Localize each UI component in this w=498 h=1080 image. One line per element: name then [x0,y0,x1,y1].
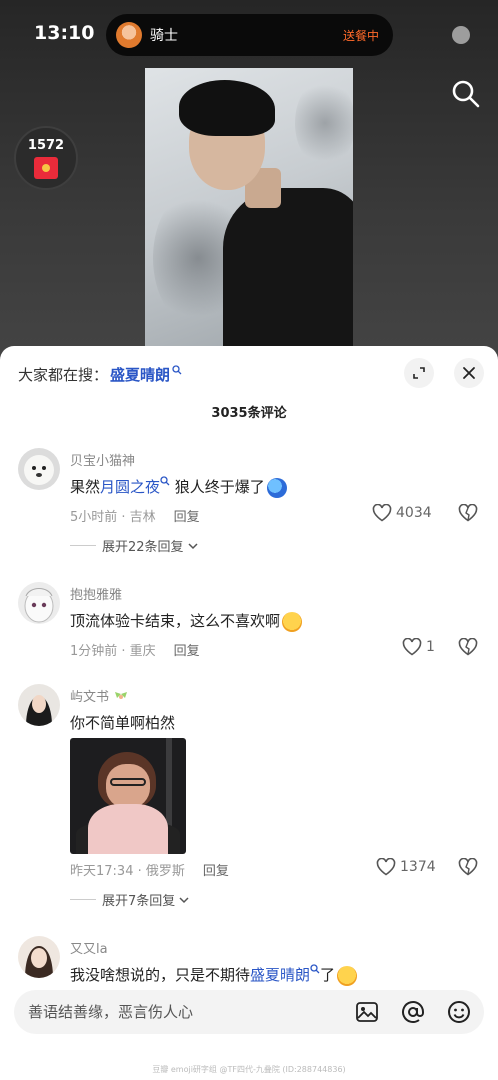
rider-avatar [116,22,142,48]
like-count: 1 [426,639,435,655]
expand-replies-button[interactable]: 展开7条回复 [70,890,190,909]
comment-username-text: 屿文书 [70,690,110,705]
red-envelope-coin-button[interactable]: 1572 [14,126,78,190]
person-coat [223,188,353,360]
status-time: 13:10 [34,22,95,44]
search-small-icon [310,964,320,977]
broken-heart-icon [458,637,478,656]
gif-face [106,764,150,808]
comment-sheet: 大家都在搜： 盛夏晴朗 3035条评论 贝宝小猫神 果然月圆之夜 狼人终于爆了 … [0,346,498,1080]
heart-icon [376,858,396,876]
comment-input-bar [14,990,484,1034]
heart-icon [402,638,422,656]
comment-meta: 1分钟前 · 重庆 回复 [70,640,200,659]
leaf-shadow [295,78,353,168]
avatar[interactable] [18,582,60,624]
comment-username[interactable]: 贝宝小猫神 [70,450,135,469]
comment-text-part: 我没啥想说的，只是不期待 [70,966,251,984]
hot-search-keyword[interactable]: 盛夏晴朗 [110,364,170,385]
avatar[interactable] [18,684,60,726]
comment-username[interactable]: 抱抱雅雅 [70,584,122,603]
avatar[interactable] [18,448,60,490]
like-button[interactable]: 1 [402,638,435,656]
comment-count: 3035条评论 [211,406,287,421]
chevron-down-icon [188,542,198,549]
comment-text-part: 了 [320,966,336,984]
comment-meta: 昨天17:34 · 俄罗斯 回复 [70,860,229,879]
reply-button[interactable]: 回复 [174,510,200,525]
like-count: 1374 [400,859,436,875]
expand-replies-label: 展开22条回复 [102,540,184,555]
mention-icon[interactable] [398,997,428,1027]
comment-text-part: 顶流体验卡结束，这么不喜欢啊 [70,612,281,630]
red-envelope-icon [34,156,58,179]
video-frame[interactable] [145,68,353,360]
comment-search-link[interactable]: 盛夏晴朗 [250,966,310,984]
comment-input[interactable] [28,1003,336,1021]
dislike-button[interactable] [458,503,478,526]
close-button[interactable] [454,358,484,388]
comment-text[interactable]: 顶流体验卡结束，这么不喜欢啊 [70,610,303,632]
fairy-icon [115,691,128,699]
avatar[interactable] [18,936,60,978]
expand-replies-label: 展开7条回复 [102,894,176,909]
like-button[interactable]: 4034 [372,504,432,522]
hot-search-bar[interactable]: 大家都在搜： 盛夏晴朗 [18,364,182,385]
heart-icon [372,504,392,522]
comment-time-location: 1分钟前 · 重庆 [70,644,156,659]
fullscreen-expand-button[interactable] [404,358,434,388]
chevron-down-icon [179,896,189,903]
watermark: 豆瓣 emoji研字组 @TF四代-九叠院 (ID:288744836) [152,1065,346,1074]
comment-username[interactable]: 又又la [70,938,108,957]
comment-username[interactable]: 屿文书 [70,686,129,705]
expand-replies-button[interactable]: 展开22条回复 [70,536,199,555]
comment-time-location: 昨天17:34 · 俄罗斯 [70,864,185,879]
broken-heart-icon [458,857,478,876]
emoji-icon [282,611,303,632]
search-small-icon [160,476,170,489]
divider [70,899,96,900]
live-activity-status: 送餐中 [342,28,379,43]
live-activity-name: 骑士 [150,28,178,44]
search-icon[interactable] [450,78,482,110]
gif-glasses [110,778,146,786]
comment-time-location: 5小时前 · 吉林 [70,510,156,525]
emoji-picker-icon[interactable] [444,997,474,1027]
comment-text[interactable]: 我没啥想说的，只是不期待盛夏晴朗了 [70,964,358,986]
close-icon [463,367,475,379]
emoji-icon [337,965,358,986]
reply-button[interactable]: 回复 [174,644,200,659]
gif-scarf [88,804,168,854]
comment-text-part: 果然 [70,478,101,496]
dynamic-island-live-activity[interactable]: 骑士 送餐中 [106,14,393,56]
like-button[interactable]: 1374 [376,858,436,876]
divider [70,545,96,546]
comment-text-part: 狼人终于爆了 [170,478,265,496]
image-icon[interactable] [352,997,382,1027]
expand-icon [413,367,425,379]
comment-search-link[interactable]: 月圆之夜 [100,478,160,496]
search-small-icon [172,365,182,378]
comment-text[interactable]: 你不简单啊柏然 [70,712,175,733]
like-count: 4034 [396,505,432,521]
person-hair [179,80,275,136]
broken-heart-icon [458,503,478,522]
status-indicator-icon [452,26,470,44]
dislike-button[interactable] [458,637,478,660]
hot-search-label: 大家都在搜： [18,366,109,384]
comment-meta: 5小时前 · 吉林 回复 [70,506,200,525]
dislike-button[interactable] [458,857,478,880]
comment-gif-image[interactable] [70,738,186,854]
emoji-icon [266,477,287,498]
comment-text[interactable]: 果然月圆之夜 狼人终于爆了 [70,476,287,498]
reply-button[interactable]: 回复 [203,864,229,879]
coin-count: 1572 [27,137,65,153]
